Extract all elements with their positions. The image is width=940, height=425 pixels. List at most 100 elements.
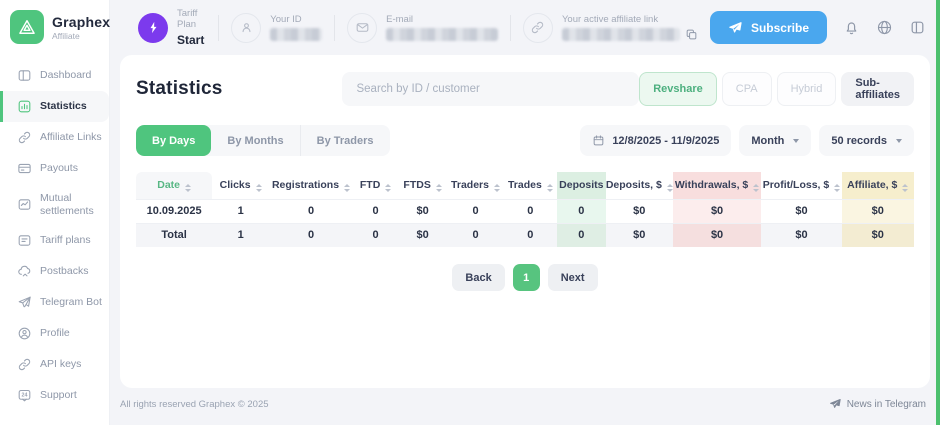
email-group: E-mail — [347, 13, 498, 43]
card-header: Statistics RevshareCPAHybridSub-affiliat… — [136, 71, 914, 107]
table-row: 10.09.2025100$0000$0$0$0$0 — [136, 199, 914, 223]
next-button[interactable]: Next — [548, 264, 598, 291]
cell-trades: 0 — [504, 199, 557, 223]
telegram-icon — [17, 295, 32, 310]
sidebar-item-telegram-bot[interactable]: Telegram Bot — [0, 287, 109, 318]
sidebar-item-statistics[interactable]: Statistics — [0, 91, 109, 122]
statistics-table: DateClicksRegistrations FTDFTDSTraders Tra… — [136, 172, 914, 247]
sidebar-item-label: Mutual settlements — [40, 192, 103, 217]
sidebar-item-label: Statistics — [40, 100, 87, 113]
toggle-by-days[interactable]: By Days — [136, 125, 211, 156]
column-label: Profit/Loss, $ — [763, 179, 830, 191]
table-body: 10.09.2025100$0000$0$0$0$0Total100$0000$… — [136, 199, 914, 247]
topbar: Tariff Plan Start Your ID E-mail — [110, 0, 940, 55]
column-label: Withdrawals, $ — [675, 179, 748, 191]
column-header-deposits: Deposits — [557, 172, 606, 199]
topbar-actions: Subscribe — [710, 11, 926, 44]
envelope-icon — [347, 13, 377, 43]
statistics-card: Statistics RevshareCPAHybridSub-affiliat… — [120, 55, 930, 388]
cell-trades: 0 — [504, 223, 557, 247]
brand-subtitle: Affiliate — [52, 31, 110, 41]
sort-icon — [667, 184, 673, 192]
cell-traders: 0 — [447, 223, 504, 247]
column-header-affiliate[interactable]: Affiliate, $ — [842, 172, 914, 199]
column-header-traders[interactable]: Traders — [447, 172, 504, 199]
sidebar-item-label: Postbacks — [40, 265, 88, 278]
sidebar-item-affiliate-links[interactable]: Affiliate Links — [0, 122, 109, 153]
column-label: Deposits, $ — [606, 179, 662, 191]
cell-withdrawals: $0 — [673, 199, 762, 223]
column-label: Deposits — [559, 179, 603, 191]
tab-revshare[interactable]: Revshare — [639, 72, 717, 106]
period-dropdown[interactable]: Month — [739, 125, 811, 156]
globe-icon[interactable] — [876, 19, 893, 36]
sidebar-item-profile[interactable]: Profile — [0, 318, 109, 349]
email-value-redacted — [386, 28, 498, 41]
subscribe-button[interactable]: Subscribe — [710, 11, 827, 44]
page-1-button[interactable]: 1 — [513, 264, 540, 291]
divider — [510, 15, 511, 41]
chevron-down-icon — [793, 139, 799, 143]
footer: All rights reserved Graphex © 2025 News … — [120, 398, 926, 410]
sidebar-item-payouts[interactable]: Payouts — [0, 153, 109, 184]
sort-icon — [753, 184, 759, 192]
column-header-trades[interactable]: Trades — [504, 172, 557, 199]
column-header-profit-loss[interactable]: Profit/Loss, $ — [761, 172, 841, 199]
sidebar-item-label: Tariff plans — [40, 234, 91, 247]
records-dropdown[interactable]: 50 records — [819, 125, 914, 156]
support-icon: 24 — [17, 388, 32, 403]
column-label: Registrations — [272, 179, 339, 191]
column-header-clicks[interactable]: Clicks — [212, 172, 269, 199]
tariff-plan-label: Tariff Plan — [177, 8, 206, 30]
cell-profit-loss: $0 — [761, 199, 841, 223]
statistics-icon — [17, 99, 32, 114]
sidebar-item-postbacks[interactable]: Postbacks — [0, 256, 109, 287]
sidebar-item-dashboard[interactable]: Dashboard — [0, 60, 109, 91]
calendar-icon — [592, 134, 605, 147]
user-icon — [231, 13, 261, 43]
settlements-icon — [17, 197, 32, 212]
news-in-telegram-label: News in Telegram — [847, 399, 926, 410]
sidebar-item-tariff-plans[interactable]: Tariff plans — [0, 225, 109, 256]
green-edge-strip — [936, 0, 940, 425]
logout-panel-icon[interactable] — [909, 19, 926, 36]
column-header-withdrawals[interactable]: Withdrawals, $ — [673, 172, 762, 199]
cell-registrations: 0 — [269, 223, 353, 247]
cell-traders: 0 — [447, 199, 504, 223]
cell-clicks: 1 — [212, 199, 269, 223]
tariff-plan-value: Start — [177, 33, 206, 47]
back-button[interactable]: Back — [452, 264, 504, 291]
your-id-group: Your ID — [231, 13, 322, 43]
table-total-row: Total100$0000$0$0$0$0 — [136, 223, 914, 247]
sidebar-item-mutual-settlements[interactable]: Mutual settlements — [0, 184, 109, 225]
api-keys-icon — [17, 357, 32, 372]
column-header-registrations[interactable]: Registrations — [269, 172, 353, 199]
search-input[interactable] — [342, 72, 639, 106]
column-header-ftd[interactable]: FTD — [353, 172, 398, 199]
divider — [334, 15, 335, 41]
pagination: Back 1 Next — [136, 264, 914, 291]
toggle-by-months[interactable]: By Months — [211, 125, 300, 156]
cell-deposits: 0 — [557, 199, 606, 223]
sidebar-item-support[interactable]: 24Support — [0, 380, 109, 411]
tab-cpa[interactable]: CPA — [722, 72, 772, 106]
tab-sub-affiliates[interactable]: Sub-affiliates — [841, 72, 914, 106]
news-in-telegram-link[interactable]: News in Telegram — [829, 398, 926, 410]
date-range-picker[interactable]: 12/8/2025 - 11/9/2025 — [580, 125, 731, 156]
column-header-ftds[interactable]: FTDS — [398, 172, 447, 199]
column-header-deposits[interactable]: Deposits, $ — [606, 172, 673, 199]
brand-name: Graphex — [52, 14, 110, 30]
sidebar-item-api-keys[interactable]: API keys — [0, 349, 109, 380]
copy-icon[interactable] — [685, 28, 698, 41]
sidebar-item-label: Payouts — [40, 162, 78, 175]
column-header-date[interactable]: Date — [136, 172, 212, 199]
cell-date: 10.09.2025 — [136, 199, 212, 223]
bell-icon[interactable] — [843, 19, 860, 36]
tariff-icon — [17, 233, 32, 248]
toggle-by-traders[interactable]: By Traders — [301, 125, 390, 156]
sidebar-item-label: Telegram Bot — [40, 296, 102, 309]
filter-controls: 12/8/2025 - 11/9/2025 Month 50 records — [580, 125, 914, 156]
table-header-row: DateClicksRegistrations FTDFTDSTraders Tra… — [136, 172, 914, 199]
tab-hybrid[interactable]: Hybrid — [777, 72, 837, 106]
column-label: Trades — [508, 179, 542, 191]
